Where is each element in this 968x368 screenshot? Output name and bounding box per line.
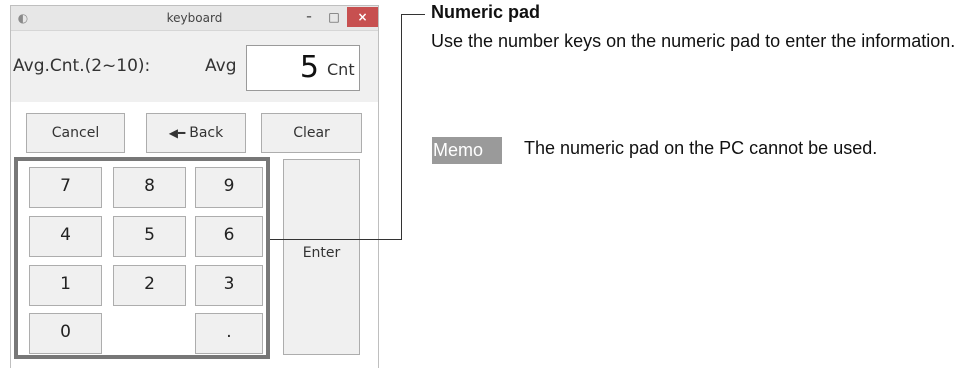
key-2[interactable]: 2 [113,265,186,306]
callout-body: Use the number keys on the numeric pad t… [431,31,956,51]
memo-text: The numeric pad on the PC cannot be used… [524,138,878,158]
title-bar[interactable]: ◐ keyboard – □ × [11,6,378,31]
key-5[interactable]: 5 [113,216,186,257]
key-8[interactable]: 8 [113,167,186,208]
key-3[interactable]: 3 [195,265,263,306]
key-1[interactable]: 1 [29,265,102,306]
key-4[interactable]: 4 [29,216,102,257]
average-unit-label: Avg [205,56,237,76]
back-button-label: Back [189,125,224,141]
average-count-field[interactable]: 5 Cnt [246,45,360,91]
key-9[interactable]: 9 [195,167,263,208]
average-count-label: Avg.Cnt.(2~10): [13,56,151,76]
maximize-button[interactable]: □ [322,7,346,27]
clear-button[interactable]: Clear [261,113,362,153]
key-0[interactable]: 0 [29,313,102,354]
callout-line-vertical [401,14,402,239]
memo-badge: Memo [432,137,502,164]
enter-button[interactable]: Enter [283,159,360,355]
left-arrow-icon: ◀━ [168,126,186,140]
key-7[interactable]: 7 [29,167,102,208]
callout-line-bottom [270,239,402,240]
callout-line-top [401,14,425,15]
average-count-row: Avg.Cnt.(2~10): Avg 5 Cnt [11,31,378,102]
callout-heading: Numeric pad [431,2,541,22]
cancel-button[interactable]: Cancel [26,113,125,153]
back-button[interactable]: ◀━ Back [146,113,246,153]
count-unit-label: Cnt [327,60,355,79]
average-count-value: 5 [299,50,319,85]
key-6[interactable]: 6 [195,216,263,257]
minimize-button[interactable]: – [297,7,321,27]
close-button[interactable]: × [347,7,378,27]
keyboard-window: ◐ keyboard – □ × Avg.Cnt.(2~10): Avg 5 C… [10,5,379,368]
key-decimal[interactable]: . [195,313,263,354]
